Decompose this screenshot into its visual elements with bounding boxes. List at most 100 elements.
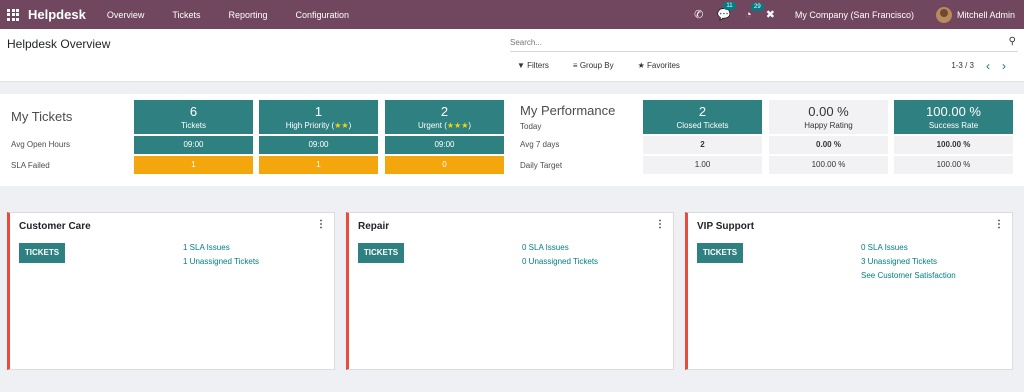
urgent-card-header[interactable]: 2 Urgent (★★★) bbox=[385, 100, 504, 134]
star-icon: ★★ bbox=[334, 121, 349, 130]
team-card-customer-care: Customer Care ⋮ TICKETS 1 SLA Issues 1 U… bbox=[7, 212, 335, 370]
pager-next-icon[interactable]: › bbox=[1002, 60, 1006, 72]
tickets-button[interactable]: TICKETS bbox=[697, 243, 743, 263]
avg-7-days-label: Avg 7 days bbox=[520, 140, 560, 149]
happy-rating-card: 0.00 % Happy Rating 0.00 % 100.00 % bbox=[769, 100, 888, 174]
search-options: ▼ Filters ≡ Group By ★ Favorites bbox=[517, 61, 704, 70]
happy-rating-value: 0.00 % bbox=[808, 104, 849, 119]
success-rate-target: 100.00 % bbox=[894, 156, 1013, 174]
success-rate-header[interactable]: 100.00 % Success Rate bbox=[894, 100, 1013, 134]
kebab-menu-icon[interactable]: ⋮ bbox=[316, 219, 326, 230]
menu-reporting[interactable]: Reporting bbox=[229, 10, 268, 20]
kebab-menu-icon[interactable]: ⋮ bbox=[994, 219, 1004, 230]
sla-failed-label: SLA Failed bbox=[11, 161, 50, 170]
favorites-button[interactable]: ★ Favorites bbox=[638, 61, 692, 70]
avatar[interactable] bbox=[935, 6, 952, 23]
menu-tickets[interactable]: Tickets bbox=[172, 10, 200, 20]
high-priority-card-header[interactable]: 1 High Priority (★★) bbox=[259, 100, 378, 134]
menu-configuration[interactable]: Configuration bbox=[296, 10, 350, 20]
customer-satisfaction-link[interactable]: See Customer Satisfaction bbox=[861, 271, 956, 280]
closed-tickets-label: Closed Tickets bbox=[676, 121, 729, 130]
helpdesk-dashboard: My Tickets Avg Open Hours SLA Failed 6 T… bbox=[0, 94, 1024, 186]
high-priority-card: 1 High Priority (★★) 09:00 1 bbox=[259, 100, 378, 174]
unassigned-tickets-link[interactable]: 0 Unassigned Tickets bbox=[522, 257, 598, 266]
activity-icon[interactable]: ◔ 29 bbox=[745, 2, 764, 21]
menu-overview[interactable]: Overview bbox=[107, 10, 145, 20]
apps-menu-icon[interactable] bbox=[7, 8, 19, 21]
unassigned-tickets-link[interactable]: 3 Unassigned Tickets bbox=[861, 257, 956, 266]
activity-badge: 29 bbox=[751, 2, 764, 11]
sla-issues-link[interactable]: 0 SLA Issues bbox=[861, 243, 956, 252]
page-title: Helpdesk Overview bbox=[7, 37, 111, 51]
pager-previous-icon[interactable]: ‹ bbox=[986, 60, 990, 72]
tickets-card: 6 Tickets 09:00 1 bbox=[134, 100, 253, 174]
closed-tickets-value: 2 bbox=[698, 104, 707, 119]
team-card-vip-support: VIP Support ⋮ TICKETS 0 SLA Issues 3 Una… bbox=[685, 212, 1013, 370]
team-card-repair: Repair ⋮ TICKETS 0 SLA Issues 0 Unassign… bbox=[346, 212, 674, 370]
top-navbar: Helpdesk Overview Tickets Reporting Conf… bbox=[0, 0, 1024, 29]
unassigned-tickets-link[interactable]: 1 Unassigned Tickets bbox=[183, 257, 259, 266]
chat-icon[interactable]: 💬 11 bbox=[717, 2, 736, 21]
team-name: VIP Support bbox=[697, 221, 755, 232]
main-menu: Overview Tickets Reporting Configuration bbox=[107, 10, 377, 20]
tickets-sla-failed[interactable]: 1 bbox=[134, 156, 253, 174]
phone-icon[interactable]: ✆ bbox=[694, 8, 703, 21]
success-rate-label: Success Rate bbox=[928, 121, 979, 130]
high-priority-caption: High Priority (★★) bbox=[285, 121, 352, 130]
urgent-label: Urgent bbox=[417, 121, 442, 130]
closed-tickets-card: 2 Closed Tickets 2 1.00 bbox=[643, 100, 762, 174]
tickets-card-label: Tickets bbox=[180, 121, 207, 130]
urgent-card: 2 Urgent (★★★) 09:00 0 bbox=[385, 100, 504, 174]
search-icon[interactable]: ⚲ bbox=[1009, 36, 1016, 47]
chat-badge: 11 bbox=[723, 2, 736, 10]
today-label: Today bbox=[520, 122, 542, 131]
search-bar: ⚲ bbox=[510, 35, 1018, 52]
pager-value[interactable]: 1-3 / 3 bbox=[951, 61, 974, 70]
team-links: 1 SLA Issues 1 Unassigned Tickets bbox=[183, 243, 259, 271]
high-priority-avg-open[interactable]: 09:00 bbox=[259, 136, 378, 154]
team-links: 0 SLA Issues 3 Unassigned Tickets See Cu… bbox=[861, 243, 956, 285]
tickets-button[interactable]: TICKETS bbox=[358, 243, 404, 263]
filters-button[interactable]: ▼ Filters bbox=[517, 61, 561, 70]
tickets-avg-open[interactable]: 09:00 bbox=[134, 136, 253, 154]
team-name: Customer Care bbox=[19, 221, 91, 232]
filters-label: Filters bbox=[527, 61, 549, 70]
high-priority-count: 1 bbox=[314, 104, 323, 119]
app-name[interactable]: Helpdesk bbox=[28, 7, 86, 22]
team-name: Repair bbox=[358, 221, 390, 232]
group-by-button[interactable]: ≡ Group By bbox=[573, 61, 626, 70]
success-rate-card: 100.00 % Success Rate 100.00 % 100.00 % bbox=[894, 100, 1013, 174]
high-priority-label: High Priority bbox=[285, 121, 330, 130]
urgent-sla-failed[interactable]: 0 bbox=[385, 156, 504, 174]
happy-rating-target: 100.00 % bbox=[769, 156, 888, 174]
systray: ✆ 💬 11 ◔ 29 ✖ My Company (San Francisco) M… bbox=[694, 0, 1024, 29]
search-input[interactable] bbox=[510, 35, 990, 49]
sla-issues-link[interactable]: 1 SLA Issues bbox=[183, 243, 259, 252]
tickets-card-header[interactable]: 6 Tickets bbox=[134, 100, 253, 134]
urgent-avg-open[interactable]: 09:00 bbox=[385, 136, 504, 154]
my-tickets-title: My Tickets bbox=[11, 109, 73, 124]
happy-rating-avg7: 0.00 % bbox=[769, 136, 888, 154]
user-menu[interactable]: Mitchell Admin bbox=[957, 10, 1015, 20]
avg-open-hours-label: Avg Open Hours bbox=[11, 140, 70, 149]
urgent-count: 2 bbox=[440, 104, 449, 119]
success-rate-avg7: 100.00 % bbox=[894, 136, 1013, 154]
closed-tickets-header[interactable]: 2 Closed Tickets bbox=[643, 100, 762, 134]
control-panel: Helpdesk Overview ⚲ ▼ Filters ≡ Group By… bbox=[0, 29, 1024, 82]
happy-rating-label: Happy Rating bbox=[804, 121, 853, 130]
happy-rating-header: 0.00 % Happy Rating bbox=[769, 100, 888, 134]
high-priority-sla-failed[interactable]: 1 bbox=[259, 156, 378, 174]
daily-target-label: Daily Target bbox=[520, 161, 563, 170]
team-links: 0 SLA Issues 0 Unassigned Tickets bbox=[522, 243, 598, 271]
company-switcher[interactable]: My Company (San Francisco) bbox=[795, 10, 914, 20]
tickets-count: 6 bbox=[189, 104, 198, 119]
tickets-button[interactable]: TICKETS bbox=[19, 243, 65, 263]
kebab-menu-icon[interactable]: ⋮ bbox=[655, 219, 665, 230]
success-rate-value: 100.00 % bbox=[926, 104, 981, 119]
sla-issues-link[interactable]: 0 SLA Issues bbox=[522, 243, 598, 252]
debug-tools-icon[interactable]: ✖ bbox=[766, 8, 775, 21]
urgent-caption: Urgent (★★★) bbox=[417, 121, 472, 130]
closed-tickets-target: 1.00 bbox=[643, 156, 762, 174]
closed-tickets-avg7: 2 bbox=[643, 136, 762, 154]
pager: 1-3 / 3 ‹ › bbox=[951, 60, 1006, 72]
